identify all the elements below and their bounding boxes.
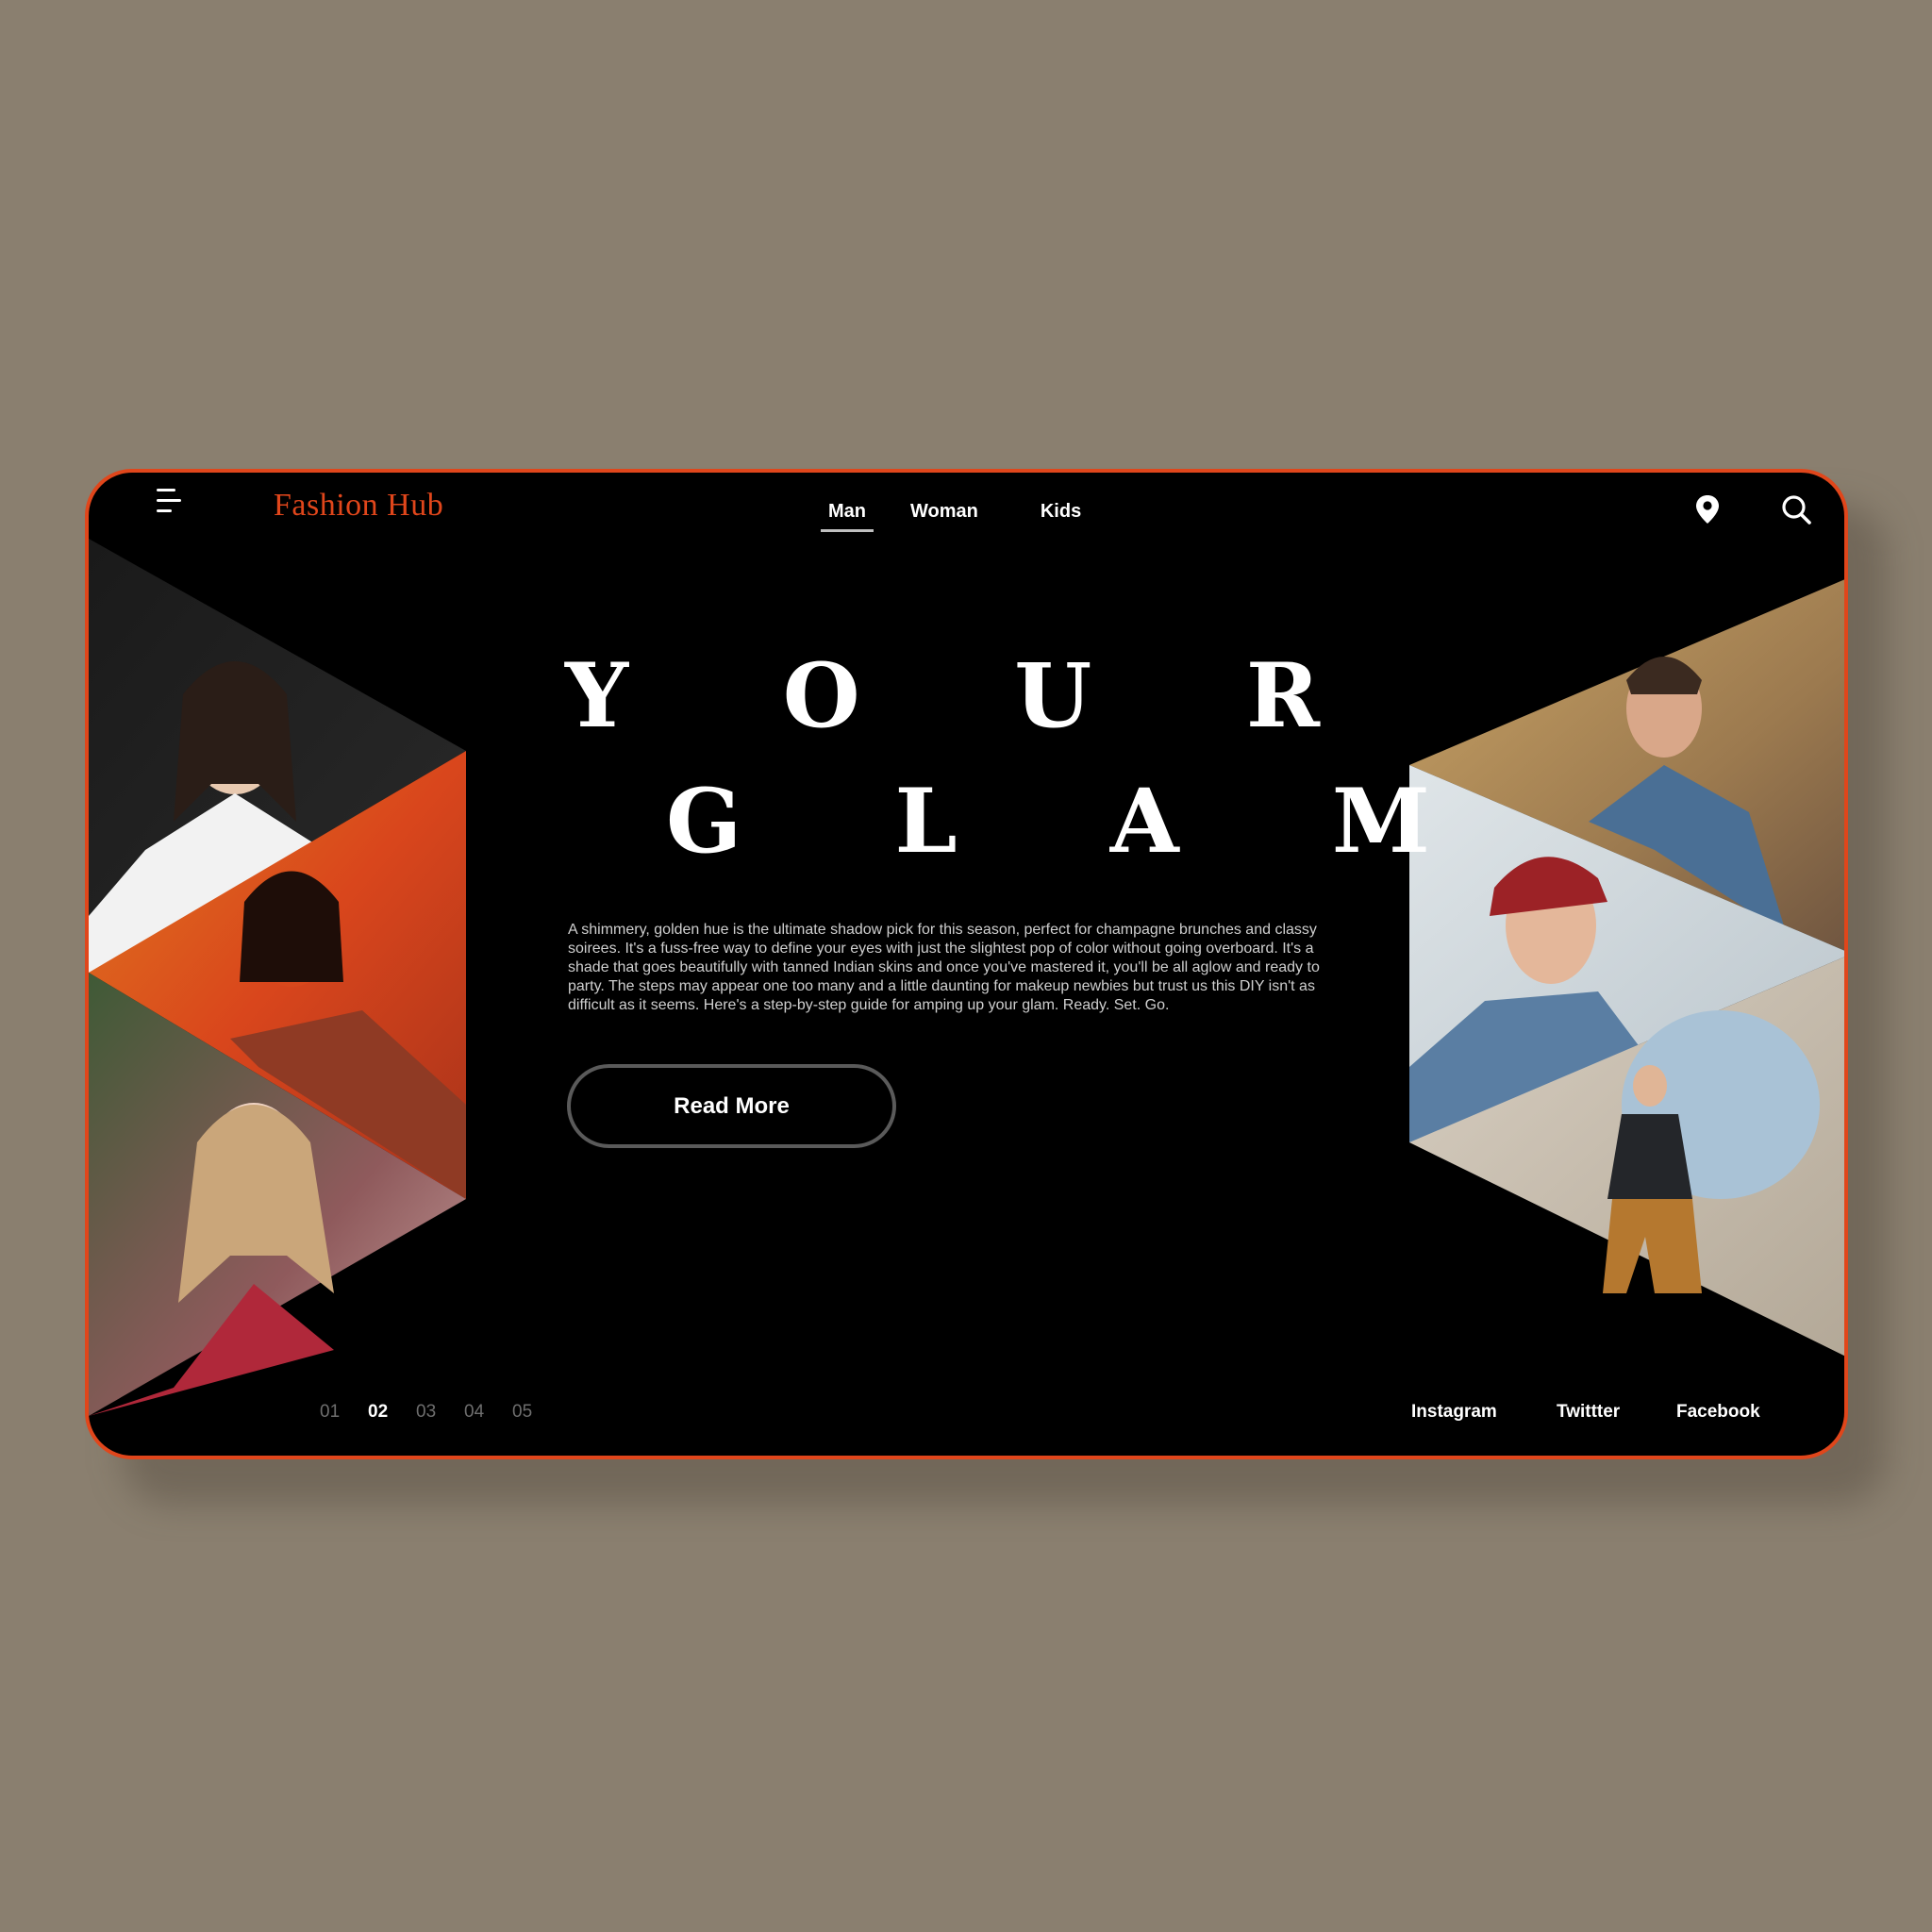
pager-item-02-active[interactable]: 02 xyxy=(368,1402,416,1423)
slide-pager: 01 02 03 04 05 xyxy=(320,1402,560,1423)
hero-letter: L xyxy=(894,770,958,874)
pager-item-01[interactable]: 01 xyxy=(320,1402,368,1423)
nav-item-kids[interactable]: Kids xyxy=(1041,501,1081,532)
nav-item-man[interactable]: Man xyxy=(821,501,874,532)
hero-letter: U xyxy=(1014,644,1092,748)
hero-letter: Y xyxy=(565,644,629,748)
pager-item-03[interactable]: 03 xyxy=(416,1402,464,1423)
location-pin-icon[interactable] xyxy=(1693,493,1722,525)
nav-item-woman[interactable]: Woman xyxy=(910,501,978,532)
hero-letter: O xyxy=(782,644,860,748)
pager-item-05[interactable]: 05 xyxy=(512,1402,560,1423)
search-icon[interactable] xyxy=(1780,493,1812,525)
website-card: Fashion Hub Man Woman Kids Y O U R G L A… xyxy=(85,469,1848,1459)
main-nav: Man Woman Kids xyxy=(821,501,1081,532)
hero-title-line-1: Y O U R xyxy=(565,652,1320,741)
hero-letter: A xyxy=(1109,770,1179,874)
pager-item-04[interactable]: 04 xyxy=(464,1402,512,1423)
twitter-link[interactable]: Twittter xyxy=(1557,1402,1620,1423)
hero-letter: R xyxy=(1245,644,1320,748)
read-more-button[interactable]: Read More xyxy=(567,1064,896,1148)
facebook-link[interactable]: Facebook xyxy=(1676,1402,1760,1423)
hero-letter: G xyxy=(666,770,742,874)
right-photo-collage xyxy=(1409,579,1844,1357)
left-photo-collage xyxy=(89,539,466,1416)
instagram-link[interactable]: Instagram xyxy=(1411,1402,1497,1423)
hero-title-line-2: G L A M xyxy=(666,777,1430,866)
hero-description: A shimmery, golden hue is the ultimate s… xyxy=(568,922,1320,1013)
nav-item-label: Man xyxy=(828,501,866,522)
active-nav-underline xyxy=(821,529,874,532)
hero-letter: M xyxy=(1331,770,1430,874)
brand-logo[interactable]: Fashion Hub xyxy=(274,488,443,524)
hamburger-menu-icon[interactable] xyxy=(153,486,191,524)
